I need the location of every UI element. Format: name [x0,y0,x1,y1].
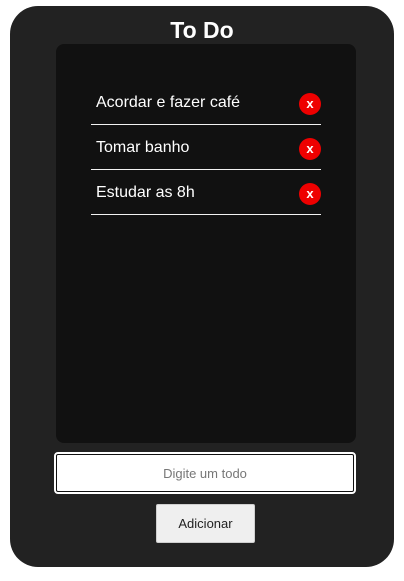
app-title: To Do [170,17,234,43]
todo-list-panel: Acordar e fazer café x Tomar banho x Est… [56,44,356,443]
todo-text: Tomar banho [96,139,190,156]
todo-item: Acordar e fazer café x [91,80,321,125]
add-todo-button[interactable]: Adicionar [156,504,255,543]
delete-todo-button[interactable]: x [299,138,321,160]
todo-text: Estudar as 8h [96,184,195,201]
todo-text: Acordar e fazer café [96,94,241,111]
todo-item: Estudar as 8h x [91,170,321,215]
todo-list: Acordar e fazer café x Tomar banho x Est… [91,80,321,215]
todo-input[interactable] [54,452,356,494]
delete-todo-button[interactable]: x [299,93,321,115]
delete-todo-button[interactable]: x [299,183,321,205]
todo-app: To Do Acordar e fazer café x Tomar banho… [10,6,394,567]
todo-item: Tomar banho x [91,125,321,170]
